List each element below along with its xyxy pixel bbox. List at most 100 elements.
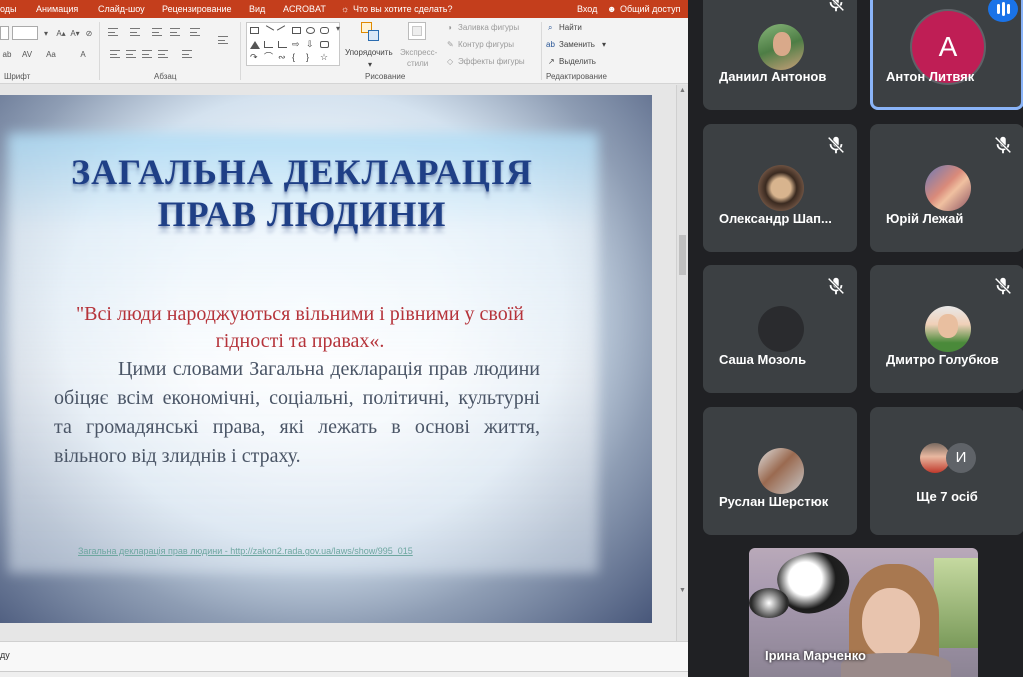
shapes-gallery[interactable]: ⇨ ⇩ ↷ ⌒ ∾ { } ☆ bbox=[246, 22, 340, 66]
slide-title-line-1: ЗАГАЛЬНА ДЕКЛАРАЦІЯ bbox=[71, 152, 533, 192]
shape-effects-button[interactable]: Эффекты фигуры bbox=[458, 57, 525, 66]
arrange-icon[interactable] bbox=[361, 22, 381, 42]
callout-shape-icon[interactable] bbox=[320, 41, 329, 48]
select-button[interactable]: Выделить bbox=[559, 57, 596, 66]
participant-tile[interactable]: Руслан Шерстюк bbox=[703, 407, 857, 535]
clear-format-icon[interactable]: ⊘ bbox=[84, 29, 94, 38]
notes-pane[interactable]: ду bbox=[0, 641, 688, 671]
participant-tile[interactable]: А Антон Литвяк bbox=[870, 0, 1023, 110]
mic-off-icon bbox=[994, 277, 1012, 295]
avatar bbox=[758, 165, 804, 211]
align-right-icon[interactable] bbox=[142, 50, 152, 58]
char-spacing-icon[interactable]: AV bbox=[22, 50, 32, 59]
bracket-shape-icon[interactable]: { bbox=[292, 53, 301, 62]
decrease-indent-icon[interactable] bbox=[152, 28, 162, 36]
line-spacing-icon[interactable] bbox=[190, 28, 200, 36]
separator bbox=[240, 22, 241, 80]
lightbulb-icon: ☼ bbox=[341, 4, 350, 14]
more-participants-label: Ще 7 осіб bbox=[916, 489, 978, 504]
oval-shape-icon[interactable] bbox=[306, 27, 315, 34]
person-face bbox=[862, 588, 920, 658]
star-shape-icon[interactable]: ☆ bbox=[320, 53, 329, 62]
tab-slideshow[interactable]: Слайд-шоу bbox=[98, 4, 145, 14]
tab-view[interactable]: Вид bbox=[249, 4, 265, 14]
elbow-arrow-icon[interactable] bbox=[278, 41, 287, 48]
separator bbox=[541, 22, 542, 80]
editing-group-label: Редактирование bbox=[546, 72, 607, 81]
strikethrough-icon[interactable]: ab bbox=[2, 50, 12, 59]
participant-tile[interactable]: Саша Мозоль bbox=[703, 265, 857, 393]
align-center-icon[interactable] bbox=[126, 50, 136, 58]
line-shape-icon[interactable] bbox=[262, 25, 275, 36]
more-participants-tile[interactable]: И Ще 7 осіб bbox=[870, 407, 1023, 535]
font-size-box[interactable] bbox=[12, 26, 38, 40]
participant-name: Даниил Антонов bbox=[719, 69, 827, 84]
participant-tile[interactable]: Олександр Шап... bbox=[703, 124, 857, 252]
quick-styles-label[interactable]: Экспресс- bbox=[400, 48, 437, 57]
slide-source-link[interactable]: Загальна декларація прав людини - http:/… bbox=[78, 546, 488, 556]
tab-transitions[interactable]: оды bbox=[0, 4, 17, 14]
font-size-dropdown-icon[interactable]: ▾ bbox=[41, 29, 51, 38]
text-direction-icon[interactable] bbox=[218, 36, 228, 44]
scroll-up-icon[interactable]: ▲ bbox=[679, 87, 686, 94]
numbering-icon[interactable] bbox=[130, 28, 140, 36]
arrange-button[interactable]: Упорядочить bbox=[345, 48, 393, 57]
grow-font-icon[interactable]: A▴ bbox=[56, 29, 66, 38]
paint-bucket-icon: ◑ bbox=[447, 23, 452, 32]
font-name-box[interactable] bbox=[0, 26, 9, 40]
meeting-panel: Даниил Антонов А Антон Литвяк Олександр … bbox=[688, 0, 1023, 677]
textbox-shape-icon[interactable] bbox=[250, 27, 259, 34]
shape-outline-button[interactable]: Контур фигуры bbox=[458, 40, 514, 49]
replace-dropdown-icon[interactable]: ▾ bbox=[602, 40, 606, 49]
font-color-icon[interactable]: A bbox=[78, 50, 88, 59]
arrange-dropdown-icon[interactable]: ▾ bbox=[368, 60, 372, 69]
scrollbar-thumb[interactable] bbox=[679, 235, 686, 275]
paragraph-group-label: Абзац bbox=[154, 72, 177, 81]
self-view-tile[interactable]: Ірина Марченко bbox=[749, 548, 978, 677]
triangle-shape-icon[interactable] bbox=[250, 41, 260, 49]
change-case-icon[interactable]: Aa bbox=[46, 50, 56, 59]
rectangle-shape-icon[interactable] bbox=[292, 27, 301, 34]
participant-tile[interactable]: Дмитро Голубков bbox=[870, 265, 1023, 393]
curve-shape-icon[interactable]: ↷ bbox=[250, 53, 259, 62]
slide[interactable]: ЗАГАЛЬНА ДЕКЛАРАЦІЯ ПРАВ ЛЮДИНИ "Всі люд… bbox=[0, 95, 652, 623]
search-icon: ⌕ bbox=[548, 23, 553, 32]
find-button[interactable]: Найти bbox=[559, 23, 582, 32]
window-curtain bbox=[934, 558, 978, 648]
columns-icon[interactable] bbox=[182, 50, 192, 58]
tab-animation[interactable]: Анимация bbox=[36, 4, 78, 14]
shape-fill-button[interactable]: Заливка фигуры bbox=[458, 23, 519, 32]
avatar: И bbox=[946, 443, 976, 473]
ribbon: ▾ A▴ A▾ ⊘ ab AV Aa A Шрифт Абзац ⇨ ⇩ ↷ ⌒… bbox=[0, 18, 688, 84]
scroll-down-icon[interactable]: ▼ bbox=[679, 587, 686, 594]
font-group-label: Шрифт bbox=[4, 72, 31, 81]
align-left-icon[interactable] bbox=[110, 50, 120, 58]
quick-styles-label-2[interactable]: стили bbox=[407, 59, 428, 68]
rounded-rect-shape-icon[interactable] bbox=[320, 27, 329, 34]
freeform-shape-icon[interactable]: ∾ bbox=[278, 53, 287, 62]
replace-button[interactable]: Заменить bbox=[559, 40, 595, 49]
vertical-scrollbar[interactable]: ▲ ▼ bbox=[676, 85, 688, 641]
gallery-more-icon[interactable]: ▾ bbox=[333, 24, 343, 33]
elbow-connector-icon[interactable] bbox=[264, 41, 273, 48]
share-button[interactable]: Общий доступ bbox=[620, 4, 680, 14]
sign-in-link[interactable]: Вход bbox=[577, 4, 597, 14]
tab-acrobat[interactable]: ACROBAT bbox=[283, 4, 326, 14]
justify-icon[interactable] bbox=[158, 50, 168, 58]
arrow-right-shape-icon[interactable]: ⇨ bbox=[292, 40, 301, 49]
participant-tile[interactable]: Юрій Лежай bbox=[870, 124, 1023, 252]
shrink-font-icon[interactable]: A▾ bbox=[70, 29, 80, 38]
tab-review[interactable]: Рецензирование bbox=[162, 4, 232, 14]
quick-styles-icon[interactable] bbox=[408, 22, 426, 40]
increase-indent-icon[interactable] bbox=[170, 28, 180, 36]
arrow-down-shape-icon[interactable]: ⇩ bbox=[306, 40, 315, 49]
tell-me-search[interactable]: Что вы хотите сделать? bbox=[353, 4, 453, 14]
participant-tile[interactable]: Даниил Антонов bbox=[703, 0, 857, 110]
mic-off-icon bbox=[827, 136, 845, 154]
butterfly-decoration bbox=[749, 588, 789, 618]
avatar bbox=[758, 448, 804, 494]
arc-shape-icon[interactable]: ⌒ bbox=[264, 53, 273, 62]
line-shape-icon[interactable] bbox=[276, 25, 289, 36]
brace-shape-icon[interactable]: } bbox=[306, 53, 315, 62]
bullets-icon[interactable] bbox=[108, 28, 118, 36]
